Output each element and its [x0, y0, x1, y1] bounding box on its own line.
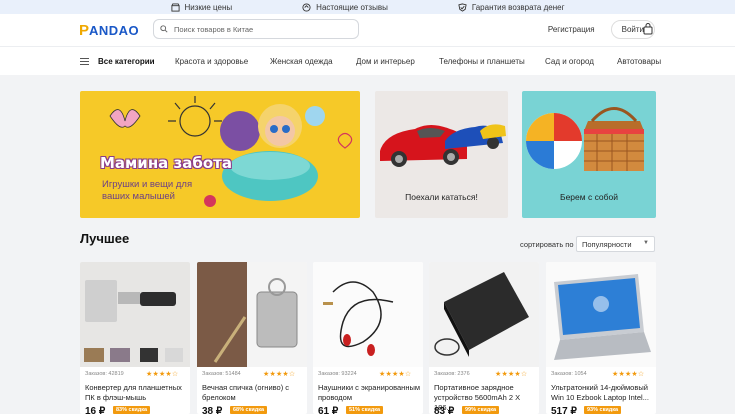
promo-real-reviews: Настоящие отзывы	[302, 3, 388, 12]
nav-item-women[interactable]: Женская одежда	[270, 57, 333, 66]
product-name: Конвертер для планшетных ПК в флэш-мышь	[85, 383, 182, 402]
promo-real-reviews-label: Настоящие отзывы	[316, 2, 388, 12]
product-orders: Заказов: 2376	[434, 371, 470, 377]
cart-icon[interactable]	[643, 23, 653, 35]
nav-item-beauty[interactable]: Красота и здоровье	[175, 57, 248, 66]
banner-cars-caption: Поехали кататься!	[405, 192, 478, 202]
chevron-down-icon: ▼	[643, 240, 649, 246]
nav-item-home[interactable]: Дом и интерьер	[356, 57, 415, 66]
discount-badge: 99% скидка	[462, 406, 500, 414]
product-rating: ★★★★☆	[495, 371, 528, 378]
search-input[interactable]	[174, 24, 344, 34]
product-orders: Заказов: 93224	[318, 371, 357, 377]
banner-picnic-caption: Берем с собой	[560, 192, 618, 202]
product-rating: ★★★★☆	[612, 371, 645, 378]
menu-icon[interactable]	[80, 57, 89, 65]
thumbs-up-icon	[302, 2, 311, 12]
banner-main-title: Мамина забота	[100, 154, 232, 172]
product-card[interactable]: Заказов: 51484 ★★★★☆ Вечная спичка (огни…	[197, 262, 307, 414]
promo-low-prices-label: Низкие цены	[184, 2, 233, 12]
discount-badge: 83% скидка	[113, 406, 151, 414]
shield-icon	[458, 2, 467, 12]
promo-bar: Низкие цены Настоящие отзывы Гарантия во…	[0, 0, 735, 14]
product-image	[80, 262, 190, 367]
sort-select[interactable]: Популярности ▼	[576, 236, 655, 252]
category-nav: Все категории Красота и здоровье Женская…	[0, 46, 735, 75]
product-image	[429, 262, 539, 367]
product-card[interactable]: Заказов: 2376 ★★★★☆ Портативное зарядное…	[429, 262, 539, 414]
product-image	[313, 262, 423, 367]
product-card[interactable]: Заказов: 93224 ★★★★☆ Наушники с экраниро…	[313, 262, 423, 414]
product-price: 61 ₽	[318, 406, 339, 414]
product-rating: ★★★★☆	[146, 371, 179, 378]
all-categories-link[interactable]: Все категории	[98, 57, 155, 66]
promo-money-back: Гарантия возврата денег	[458, 3, 565, 12]
product-orders: Заказов: 1054	[551, 371, 587, 377]
pandao-logo: P ANDAO	[79, 22, 139, 39]
svg-text:P: P	[79, 22, 90, 39]
shop-icon	[170, 2, 180, 12]
banner-main[interactable]: Мамина забота Игрушки и вещи для ваших м…	[80, 91, 360, 218]
register-link[interactable]: Регистрация	[548, 25, 595, 34]
product-image	[546, 262, 656, 367]
promo-money-back-label: Гарантия возврата денег	[471, 2, 565, 12]
header: P ANDAO Регистрация Войти	[0, 14, 735, 46]
product-orders: Заказов: 51484	[202, 371, 241, 377]
sort-label: сортировать по	[520, 240, 574, 249]
banner-cars[interactable]: Поехали кататься!	[375, 91, 508, 218]
banner-main-subtitle: Игрушки и вещи для ваших малышей	[102, 179, 193, 202]
discount-badge: 51% скидка	[346, 406, 384, 414]
product-card[interactable]: Заказов: 42819 ★★★★☆ Конвертер для планш…	[80, 262, 190, 414]
product-rating: ★★★★☆	[379, 371, 412, 378]
banner-picnic[interactable]: Берем с собой	[522, 91, 656, 218]
nav-item-auto[interactable]: Автотовары	[617, 57, 661, 66]
product-price: 38 ₽	[202, 406, 223, 414]
promo-low-prices: Низкие цены	[170, 2, 233, 12]
sort-select-value: Популярности	[582, 240, 632, 249]
product-name: Ультратонкий 14-дюймовый Win 10 Ezbook L…	[551, 383, 649, 402]
product-name: Наушники с экранированным проводом	[318, 383, 421, 402]
product-price: 16 ₽	[85, 406, 106, 414]
product-rating: ★★★★☆	[263, 371, 296, 378]
product-name: Вечная спичка (огниво) с брелоком	[202, 383, 290, 402]
nav-item-phones[interactable]: Телефоны и планшеты	[439, 57, 525, 66]
product-card[interactable]: Заказов: 1054 ★★★★☆ Ультратонкий 14-дюйм…	[546, 262, 656, 414]
search-icon	[160, 25, 168, 33]
product-price: 83 ₽	[434, 406, 455, 414]
logo[interactable]: P ANDAO	[79, 20, 139, 40]
discount-badge: 93% скидка	[584, 406, 622, 414]
search-box[interactable]	[153, 19, 359, 39]
svg-text:ANDAO: ANDAO	[89, 23, 139, 38]
discount-badge: 68% скидка	[230, 406, 268, 414]
product-price: 517 ₽	[551, 406, 577, 414]
header-actions: Регистрация Войти	[548, 20, 655, 39]
nav-item-garden[interactable]: Сад и огород	[545, 57, 594, 66]
product-image	[197, 262, 307, 367]
section-title: Лучшее	[80, 231, 130, 246]
product-orders: Заказов: 42819	[85, 371, 124, 377]
